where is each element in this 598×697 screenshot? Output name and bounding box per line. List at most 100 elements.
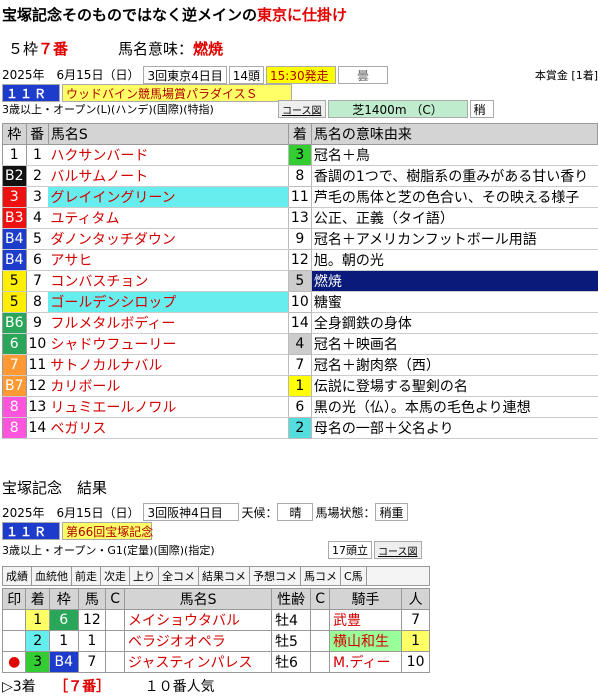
meaning-cell: 燃焼 <box>311 270 598 292</box>
result-header-cell: 枠 <box>48 588 79 610</box>
result-meeting: 3回阪神4日目 <box>143 503 240 521</box>
horse-number: 7 <box>77 651 107 673</box>
waku-cell: B2 <box>2 165 27 187</box>
result-tab[interactable]: C馬 <box>341 567 367 585</box>
table-row: 8 14 ベガリス 2 母名の一部＋父名より <box>2 417 598 439</box>
finish-cell: 10 <box>287 291 312 313</box>
sex-age: 牡5 <box>271 630 312 652</box>
horse-name-link[interactable]: ベガリス <box>48 417 289 439</box>
race-post-time: 15:30発走 <box>266 66 337 84</box>
waku-cell: 1 <box>2 144 27 166</box>
result-tab[interactable]: 馬コメ <box>301 567 341 585</box>
horse-name-link[interactable]: ベラジオオペラ <box>124 630 273 652</box>
table-row: 7 11 サトノカルナバル 7 冠名＋謝肉祭（西） <box>2 354 598 376</box>
result-track: 稍重 <box>375 503 408 521</box>
course-map-link[interactable]: コース図 <box>278 100 326 118</box>
waku-cell: B3 <box>2 207 27 229</box>
waku-cell: 3 <box>2 186 27 208</box>
summary-meaning-value: 燃焼 <box>193 40 224 58</box>
horse-name-link[interactable]: ユティタム <box>48 207 289 229</box>
table-row: B6 9 フルメタルボディー 14 全身鋼鉄の身体 <box>2 312 598 334</box>
jockey-link[interactable]: 横山和生 <box>328 630 403 652</box>
meaning-cell: 糖蜜 <box>311 291 598 313</box>
result-race-name[interactable]: 第66回宝塚記念 <box>62 522 153 540</box>
horse-number: 1 <box>77 630 107 652</box>
horse-name-link[interactable]: グレイイングリーン <box>48 186 289 208</box>
horse-name-link[interactable]: フルメタルボディー <box>48 312 289 334</box>
footer-finish: ▷3着 <box>2 679 36 695</box>
waku-cell: 6 <box>2 333 27 355</box>
result-tabs: 成績 血統他 前走 次走 上り 全コメ 結果コメ 予想コメ 馬コメ C馬 <box>2 566 430 586</box>
finish-cell: 1 <box>25 609 50 631</box>
footer-horse-no: ［７番］ <box>54 679 111 695</box>
result-cond-row: 3歳以上・オープン・G1(定量)(国際)(指定) 17頭立 コース図 <box>2 541 430 559</box>
result-row: 1 6 12 メイショウタバル 牡4 武豊 7 <box>1 609 430 631</box>
result-tab[interactable]: 前走 <box>72 567 101 585</box>
meaning-cell: 芦毛の馬体と芝の色合い、その映える様子 <box>311 186 598 208</box>
table-row: 6 10 シャドウフューリー 4 冠名＋映画名 <box>2 333 598 355</box>
jockey-link[interactable]: 武豊 <box>328 609 403 631</box>
result-tab[interactable]: 上り <box>130 567 159 585</box>
c-cell <box>105 651 126 673</box>
table-header: 枠 番 馬名S 着 馬名の意味由来 <box>2 123 598 145</box>
race-heads: 14頭 <box>228 66 265 84</box>
result-date: 2025年 6月15日（日） <box>2 505 140 520</box>
horse-name-link[interactable]: サトノカルナバル <box>48 354 289 376</box>
meaning-cell: 香調の1つで、樹脂系の重みがある甘い香り <box>311 165 598 187</box>
horse-number: 8 <box>26 291 49 313</box>
horse-name-link[interactable]: コンバスチョン <box>48 270 289 292</box>
mark-cell <box>1 630 27 652</box>
result-tab[interactable]: 全コメ <box>159 567 199 585</box>
horse-name-link[interactable]: ジャスティンパレス <box>124 651 273 673</box>
horse-name-link[interactable]: カリボール <box>48 375 289 397</box>
finish-cell: 3 <box>287 144 312 166</box>
popularity: 10 <box>401 651 430 673</box>
result-weather-label: 天候： <box>241 505 278 520</box>
finish-cell: 8 <box>287 165 312 187</box>
result-header-cell: 騎手 <box>328 588 403 610</box>
horse-number: 3 <box>26 186 49 208</box>
result-row: ● 3 B4 7 ジャスティンパレス 牡6 M.ディー 10 <box>1 651 430 673</box>
result-tab[interactable]: 成績 <box>3 567 32 585</box>
result-tab[interactable]: 血統他 <box>32 567 72 585</box>
finish-cell: 6 <box>287 396 312 418</box>
horse-name-link[interactable]: ハクサンバード <box>48 144 289 166</box>
horse-name-link[interactable]: リュミエールノワル <box>48 396 289 418</box>
meaning-cell: 冠名＋謝肉祭（西） <box>311 354 598 376</box>
waku-cell: 5 <box>2 270 27 292</box>
result-header-cell: 着 <box>25 588 50 610</box>
result-tab[interactable]: 次走 <box>101 567 130 585</box>
table-row: 5 7 コンバスチョン 5 燃焼 <box>2 270 598 292</box>
finish-cell: 2 <box>25 630 50 652</box>
headline-prefix: 宝塚記念そのものではなく逆メインの <box>2 6 258 24</box>
race-date: 2025年 6月15日（日） <box>2 68 140 82</box>
result-header-cell: 馬 <box>77 588 107 610</box>
finish-cell: 12 <box>287 249 312 271</box>
result-tab[interactable]: 予想コメ <box>250 567 301 585</box>
result-tab[interactable]: 結果コメ <box>199 567 250 585</box>
c-cell <box>105 609 126 631</box>
popularity: 1 <box>401 630 430 652</box>
jockey-link[interactable]: M.ディー <box>328 651 403 673</box>
horse-number: 12 <box>77 609 107 631</box>
horse-name-link[interactable]: ダノンタッチダウン <box>48 228 289 250</box>
result-header-cell: C <box>310 588 330 610</box>
meaning-cell: 冠名＋映画名 <box>311 333 598 355</box>
result-info-row: 2025年 6月15日（日） 3回阪神4日目 天候： 晴 馬場状態： 稍重 <box>2 503 430 521</box>
meaning-cell: 冠名＋アメリカンフットボール用語 <box>311 228 598 250</box>
result-course-map-link[interactable]: コース図 <box>374 541 422 559</box>
horse-name-link[interactable]: メイショウタバル <box>124 609 273 631</box>
horse-name-link[interactable]: シャドウフューリー <box>48 333 289 355</box>
summary-meaning: 馬名意味：燃焼 <box>118 38 223 59</box>
sex-age: 牡6 <box>271 651 312 673</box>
result-race-number: １１Ｒ <box>2 522 60 540</box>
horse-name-link[interactable]: バルサムノート <box>48 165 289 187</box>
horse-name-link[interactable]: アサヒ <box>48 249 289 271</box>
table-row: 8 13 リュミエールノワル 6 黒の光（仏）。本馬の毛色より連想 <box>2 396 598 418</box>
horse-number: 11 <box>26 354 49 376</box>
header-finish: 着 <box>287 123 312 145</box>
horse-name-link[interactable]: ゴールデンシロップ <box>48 291 289 313</box>
horse-number: 12 <box>26 375 49 397</box>
horse-number: 1 <box>26 144 49 166</box>
horse-number: 5 <box>26 228 49 250</box>
